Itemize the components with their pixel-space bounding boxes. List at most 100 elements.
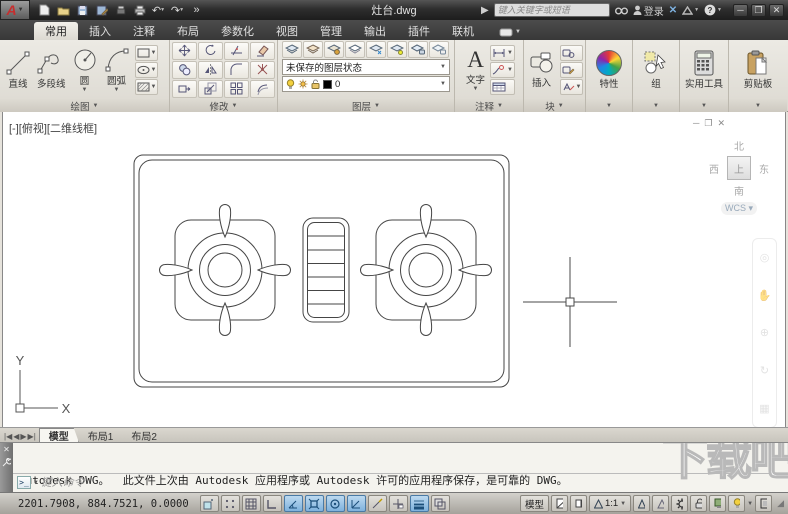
- layer-lock-button[interactable]: [408, 41, 428, 58]
- tab-view[interactable]: 视图: [265, 22, 309, 40]
- isolate-objects-button[interactable]: [728, 495, 746, 512]
- group-button[interactable]: 组: [640, 48, 672, 92]
- snap-mode-toggle[interactable]: [220, 495, 240, 512]
- close-button[interactable]: ✕: [769, 3, 784, 17]
- tab-annotate[interactable]: 注释: [122, 22, 166, 40]
- trim-button[interactable]: [224, 41, 249, 60]
- save-as-button[interactable]: [93, 2, 110, 18]
- layer-properties-button[interactable]: [282, 41, 302, 58]
- lineweight-toggle[interactable]: [409, 495, 429, 512]
- layer-isolate-button[interactable]: [345, 41, 365, 58]
- ellipse-button[interactable]: ▼: [134, 61, 159, 78]
- command-chevron-icon[interactable]: >_: [17, 475, 31, 489]
- panel-label-draw[interactable]: 绘图 ▼: [0, 99, 169, 113]
- command-history[interactable]: Autodesk DWG。 此文件上次由 Autodesk 应用程序或 Auto…: [13, 443, 788, 492]
- tab-home[interactable]: 常用: [34, 22, 78, 40]
- tab-manage[interactable]: 管理: [309, 22, 353, 40]
- clipboard-button[interactable]: 剪贴板: [741, 48, 776, 92]
- polar-tracking-toggle[interactable]: [283, 495, 303, 512]
- circle-button[interactable]: 圆 ▼: [69, 45, 101, 95]
- ribbon-minimize-button[interactable]: ▼: [499, 24, 521, 40]
- model-space-button[interactable]: 模型: [519, 495, 549, 512]
- help-button[interactable]: ? ▼: [704, 4, 722, 16]
- text-button[interactable]: A 文字 ▼: [463, 46, 488, 94]
- utilities-button[interactable]: 实用工具: [682, 48, 726, 92]
- block-attributes-button[interactable]: ▼: [559, 78, 584, 95]
- tab-output[interactable]: 输出: [353, 22, 397, 40]
- tab-online[interactable]: 联机: [441, 22, 485, 40]
- command-close-icon[interactable]: ✕: [3, 445, 10, 454]
- dimension-button[interactable]: ▼: [490, 44, 515, 61]
- annotation-scale-button[interactable]: 1:1 ▼: [588, 495, 632, 512]
- offset-button[interactable]: [250, 79, 275, 98]
- rectangle-button[interactable]: ▼: [134, 44, 159, 61]
- layer-prev-button[interactable]: [324, 41, 344, 58]
- arc-button[interactable]: 圆弧 ▼: [101, 45, 133, 95]
- workspace-switching-button[interactable]: [671, 495, 689, 512]
- tab-parametric[interactable]: 参数化: [210, 22, 265, 40]
- dynamic-input-toggle[interactable]: [388, 495, 408, 512]
- move-button[interactable]: [172, 41, 197, 60]
- erase-button[interactable]: [250, 41, 275, 60]
- explode-button[interactable]: [250, 60, 275, 79]
- plot-button[interactable]: [112, 2, 129, 18]
- panel-label-group[interactable]: ▼: [633, 99, 679, 112]
- help-search-input[interactable]: [493, 3, 610, 17]
- toolbar-lock-button[interactable]: [690, 495, 708, 512]
- ortho-mode-toggle[interactable]: [262, 495, 282, 512]
- print-button[interactable]: [131, 2, 148, 18]
- tab-layout1[interactable]: 布局1: [79, 428, 123, 442]
- tab-model[interactable]: 模型: [39, 428, 79, 442]
- minimize-button[interactable]: ─: [733, 3, 748, 17]
- object-snap-tracking-toggle[interactable]: [346, 495, 366, 512]
- layer-state-dropdown[interactable]: 未保存的图层状态 ▼: [282, 59, 450, 75]
- tab-insert[interactable]: 插入: [78, 22, 122, 40]
- layer-match-button[interactable]: [303, 41, 323, 58]
- copy-button[interactable]: [172, 60, 197, 79]
- infocenter-arrow-icon[interactable]: ▶: [481, 5, 489, 16]
- command-input[interactable]: [40, 475, 784, 489]
- next-tab-button[interactable]: ▶: [20, 432, 26, 441]
- transparency-toggle[interactable]: [430, 495, 450, 512]
- search-binoculars-icon[interactable]: [614, 6, 628, 15]
- prev-tab-button[interactable]: ◀: [13, 432, 19, 441]
- status-menu-dropdown[interactable]: ▼: [747, 501, 753, 507]
- tab-layout[interactable]: 布局: [166, 22, 210, 40]
- hatch-button[interactable]: ▼: [134, 78, 159, 95]
- 3d-object-snap-toggle[interactable]: [325, 495, 345, 512]
- dynamic-ucs-toggle[interactable]: [367, 495, 387, 512]
- open-file-button[interactable]: [55, 2, 72, 18]
- properties-button[interactable]: 特性: [593, 48, 625, 92]
- layer-unlock-button[interactable]: [429, 41, 449, 58]
- signin-button[interactable]: 登录: [633, 3, 664, 18]
- autodesk360-icon[interactable]: ▼: [682, 5, 699, 15]
- redo-button[interactable]: ↷ ▼: [169, 2, 186, 18]
- panel-label-block[interactable]: 块 ▼: [524, 99, 585, 113]
- panel-label-clipboard[interactable]: ▼: [729, 99, 787, 112]
- edit-block-button[interactable]: [559, 61, 584, 78]
- stretch-button[interactable]: [172, 79, 197, 98]
- scale-button[interactable]: [198, 79, 223, 98]
- rotate-button[interactable]: [198, 41, 223, 60]
- infer-constraints-toggle[interactable]: [199, 495, 219, 512]
- panel-label-modify[interactable]: 修改 ▼: [170, 99, 277, 113]
- layer-dropdown[interactable]: 0 ▼: [282, 76, 450, 92]
- array-button[interactable]: [224, 79, 249, 98]
- quick-view-drawings-button[interactable]: [569, 495, 587, 512]
- save-button[interactable]: [74, 2, 91, 18]
- panel-label-annotation[interactable]: 注释 ▼: [455, 99, 523, 113]
- grid-display-toggle[interactable]: [241, 495, 261, 512]
- tab-plugins[interactable]: 插件: [397, 22, 441, 40]
- layer-off-button[interactable]: [387, 41, 407, 58]
- table-button[interactable]: [490, 78, 515, 95]
- auto-annotation-scale-button[interactable]: [652, 495, 670, 512]
- insert-block-button[interactable]: 插入: [526, 49, 558, 91]
- command-wrench-icon[interactable]: [2, 458, 11, 467]
- qat-more-button[interactable]: »: [188, 2, 205, 18]
- quick-view-layouts-button[interactable]: [550, 495, 568, 512]
- fillet-button[interactable]: [224, 60, 249, 79]
- layer-freeze-button[interactable]: [366, 41, 386, 58]
- annotation-visibility-button[interactable]: [633, 495, 651, 512]
- command-recent-dropdown[interactable]: ▼: [34, 479, 38, 486]
- hardware-acceleration-button[interactable]: [709, 495, 727, 512]
